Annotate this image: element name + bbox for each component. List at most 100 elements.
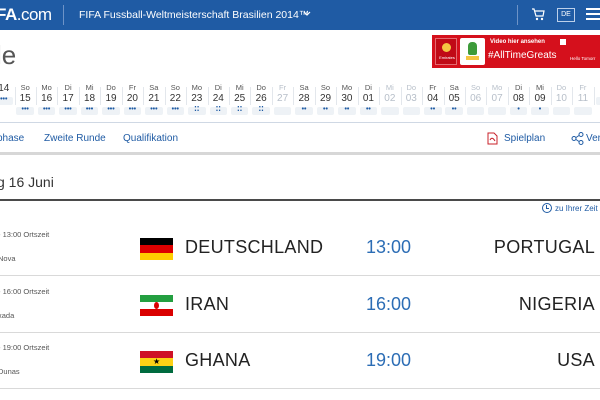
date-item: Fr 27 <box>272 81 295 121</box>
match-indicator-dots: ••• <box>37 106 56 115</box>
match-indicator-dots <box>466 107 485 115</box>
share-link[interactable]: Ver <box>586 133 600 144</box>
match-row[interactable]: - 13:00 Ortszeit Nova DEUTSCHLAND 13:00 PORT… <box>0 220 600 276</box>
date-item[interactable]: So 22 ••• <box>165 81 188 121</box>
weekday-label: So <box>170 83 180 92</box>
share-icon[interactable] <box>571 132 584 145</box>
date-item[interactable]: Mi 18 ••• <box>79 81 102 121</box>
section-date-heading: g 16 Juni <box>0 174 54 190</box>
tab-second-round[interactable]: Zweite Runde <box>44 133 106 144</box>
match-indicator-dots: •• <box>359 106 378 115</box>
day-number: 22 <box>169 93 181 104</box>
day-number: 02 <box>384 93 396 104</box>
match-indicator-dots <box>402 107 421 115</box>
day-number: 20 <box>126 93 138 104</box>
match-indicator-dots: •• <box>424 106 442 115</box>
divider <box>63 5 64 25</box>
hamburger-menu-icon[interactable] <box>586 8 600 22</box>
match-row[interactable]: - 19:00 Ortszeit Dunas ★ GHANA 19:00 USA <box>0 333 600 389</box>
date-item: Do 03 <box>401 81 424 121</box>
section-divider <box>0 199 600 201</box>
ad-hashtag: #AllTimeGreats <box>488 50 557 61</box>
away-team[interactable]: NIGERIA <box>519 294 595 315</box>
schedule-link[interactable]: Spielplan <box>504 133 545 144</box>
date-item[interactable]: Mo 16 ••• <box>36 81 59 121</box>
day-number: 19 <box>105 93 117 104</box>
weekday-label: Mi <box>385 83 394 92</box>
date-item[interactable]: 14 ••• <box>0 81 16 121</box>
stage-tabs: phase Zweite Runde Qualifikation Spielpl… <box>0 123 600 155</box>
pdf-icon[interactable] <box>487 132 498 145</box>
date-item[interactable]: Mo 30 •• <box>336 81 359 121</box>
date-item[interactable]: Sa 05 •• <box>443 81 466 121</box>
weekday-label: Do <box>106 83 116 92</box>
match-indicator-dots <box>381 107 399 115</box>
cart-icon[interactable] <box>531 8 545 21</box>
date-item[interactable]: Di 08 • <box>508 81 531 121</box>
day-number: 18 <box>83 93 96 104</box>
match-indicator-dots: ⁚⁚ <box>252 106 270 115</box>
weekday-label: Mo <box>41 83 52 92</box>
away-team[interactable]: USA <box>557 350 595 371</box>
match-local-time: - 19:00 Ortszeit <box>0 343 50 352</box>
match-indicator-dots: • <box>531 106 549 115</box>
date-item[interactable]: Fr 20 ••• <box>122 81 145 121</box>
tab-group-phase[interactable]: phase <box>0 133 24 144</box>
date-item[interactable]: Di 17 ••• <box>57 81 80 121</box>
date-item[interactable]: Sa 21 ••• <box>143 81 166 121</box>
date-item: Fr 11 <box>572 81 595 121</box>
ghana-flag-icon: ★ <box>140 351 173 373</box>
date-item[interactable]: Sa 28 •• <box>293 81 316 121</box>
chevron-down-icon[interactable] <box>303 10 311 18</box>
day-number: 14 <box>0 83 10 94</box>
date-item[interactable]: Do 26 ⁚⁚ <box>250 81 273 121</box>
weekday-label: Fr <box>579 83 587 92</box>
day-number: 23 <box>191 93 203 104</box>
date-item[interactable]: So 29 •• <box>315 81 338 121</box>
date-item[interactable]: Di 24 ⁚⁚ <box>208 81 230 121</box>
away-team[interactable]: PORTUGAL <box>494 237 595 258</box>
day-number: 05 <box>448 93 460 104</box>
language-selector[interactable]: DE <box>557 8 575 22</box>
clock-icon[interactable] <box>542 203 552 213</box>
weekday-label: Mo <box>341 83 353 92</box>
timezone-link[interactable]: zu Ihrer Zeit <box>555 204 598 213</box>
day-number: 27 <box>277 93 289 104</box>
match-indicator-dots: ••• <box>123 106 142 115</box>
match-indicator-dots: ••• <box>16 106 34 115</box>
ad-banner[interactable]: Emirates Video hier ansehen #AllTimeGrea… <box>432 35 600 68</box>
weekday-label: Sa <box>149 83 159 92</box>
match-row[interactable]: - 16:00 Ortszeit xada IRAN 16:00 NIGERIA <box>0 277 600 333</box>
weekday-label: So <box>20 83 30 92</box>
home-team[interactable]: DEUTSCHLAND <box>185 237 323 258</box>
match-venue: Nova <box>0 254 16 263</box>
day-number: 10 <box>555 93 567 104</box>
weekday-label: Di <box>364 83 372 92</box>
date-item[interactable]: Mi 25 ⁚⁚ <box>229 81 252 121</box>
day-number: 26 <box>255 93 267 104</box>
weekday-label: Mo <box>491 83 503 92</box>
weekday-label: Fr <box>279 83 287 92</box>
event-selector[interactable]: FIFA Fussball-Weltmeisterschaft Brasilie… <box>79 9 309 21</box>
divider <box>517 5 518 25</box>
home-team[interactable]: GHANA <box>185 350 251 371</box>
date-item[interactable]: Di 01 •• <box>358 81 381 121</box>
date-item[interactable]: Mi 09 • <box>529 81 552 121</box>
fifa-logo[interactable]: FA.com <box>0 5 52 25</box>
weekday-label: Di <box>515 83 523 92</box>
ad-tagline: Hello Tomorr <box>570 56 596 61</box>
date-item[interactable]: So 15 ••• <box>14 81 37 121</box>
weekday-label: So <box>471 83 481 92</box>
match-indicator-dots: • <box>509 106 528 115</box>
tab-qualification[interactable]: Qualifikation <box>123 133 178 144</box>
day-number: 07 <box>491 93 503 104</box>
date-item[interactable]: Fr 04 •• <box>422 81 445 121</box>
day-number: 28 <box>298 93 310 104</box>
match-indicator-dots <box>574 107 592 115</box>
match-local-time: - 16:00 Ortszeit <box>0 286 50 296</box>
date-item[interactable]: Mo 23 ⁚⁚ <box>186 81 209 121</box>
date-item[interactable]: Do 19 ••• <box>100 81 123 121</box>
home-team[interactable]: IRAN <box>185 294 229 315</box>
weekday-label: Sa <box>449 83 459 92</box>
day-number: 29 <box>319 93 332 104</box>
